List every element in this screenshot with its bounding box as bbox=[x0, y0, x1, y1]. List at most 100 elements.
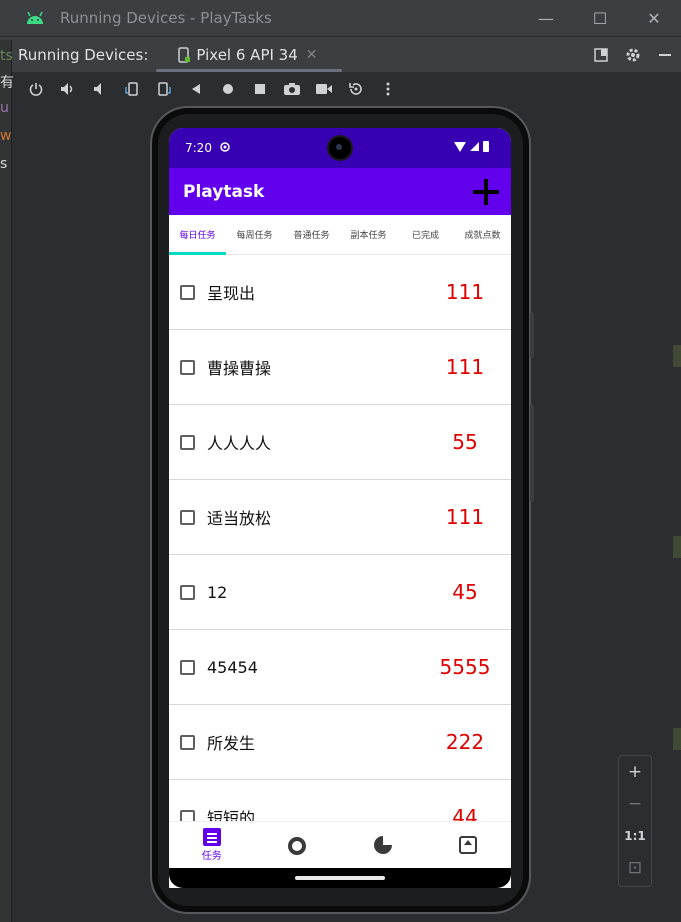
task-row[interactable]: 所发生 222 bbox=[169, 705, 511, 780]
nav-stats[interactable] bbox=[340, 822, 426, 868]
volume-down-icon[interactable] bbox=[84, 75, 116, 103]
task-name: 人人人人 bbox=[207, 434, 272, 453]
nav-camera[interactable] bbox=[255, 822, 341, 868]
gutter-text: s bbox=[0, 156, 8, 172]
ide-titlebar: Running Devices - PlayTasks — ☐ ✕ bbox=[0, 0, 681, 36]
tool-window-label: Running Devices: bbox=[18, 45, 149, 64]
task-checkbox[interactable] bbox=[180, 284, 195, 300]
device-screen[interactable]: 7:20 Playtask 每日任务 每周任务 普通任务 副本任务 已完成 成就… bbox=[169, 128, 511, 888]
layout-icon[interactable] bbox=[585, 48, 617, 62]
status-icons bbox=[454, 141, 489, 152]
home-icon[interactable] bbox=[212, 75, 244, 103]
bottom-navigation: 任务 bbox=[169, 821, 511, 868]
task-list: 呈现出 111 曹操曹操 111 人人人人 55 适当放松 111 12 45 … bbox=[169, 255, 511, 855]
task-checkbox[interactable] bbox=[180, 434, 195, 450]
task-checkbox[interactable] bbox=[180, 509, 195, 525]
zoom-controls: + − 1:1 ⊡ bbox=[618, 755, 652, 887]
task-checkbox[interactable] bbox=[180, 734, 195, 750]
task-name: 呈现出 bbox=[207, 284, 256, 303]
device-icon bbox=[178, 46, 191, 63]
task-name: 12 bbox=[207, 582, 228, 602]
task-row[interactable]: 曹操曹操 111 bbox=[169, 330, 511, 405]
task-points: 5555 bbox=[439, 655, 491, 679]
task-row[interactable]: 人人人人 55 bbox=[169, 405, 511, 480]
volume-up-icon[interactable] bbox=[52, 75, 84, 103]
task-checkbox[interactable] bbox=[180, 659, 195, 675]
device-tab-label: Pixel 6 API 34 bbox=[196, 45, 298, 64]
maximize-button[interactable]: ☐ bbox=[573, 0, 627, 36]
battery-icon bbox=[483, 141, 489, 152]
signal-icon bbox=[470, 142, 479, 151]
gutter-text: w bbox=[0, 128, 12, 144]
home-box-icon bbox=[459, 836, 478, 854]
status-bar: 7:20 bbox=[169, 128, 511, 168]
window-controls: — ☐ ✕ bbox=[519, 0, 681, 36]
gesture-handle[interactable] bbox=[295, 876, 385, 880]
power-side-button bbox=[530, 404, 534, 502]
zoom-out-button[interactable]: − bbox=[618, 788, 652, 820]
zoom-fit-button[interactable]: ⊡ bbox=[618, 852, 652, 884]
nav-home[interactable] bbox=[426, 822, 512, 868]
tab-achievements[interactable]: 成就点数 bbox=[454, 215, 511, 254]
task-points: 45 bbox=[452, 580, 478, 604]
task-name: 所发生 bbox=[207, 734, 256, 753]
tab-completed[interactable]: 已完成 bbox=[397, 215, 454, 254]
rotate-left-icon[interactable] bbox=[116, 75, 148, 103]
reset-icon[interactable] bbox=[340, 75, 372, 103]
tab-weekly[interactable]: 每周任务 bbox=[226, 215, 283, 254]
editor-highlight bbox=[673, 728, 681, 750]
task-row[interactable]: 45454 5555 bbox=[169, 630, 511, 705]
gutter-text: u bbox=[0, 100, 9, 116]
task-row[interactable]: 12 45 bbox=[169, 555, 511, 630]
pie-chart-icon bbox=[373, 836, 392, 854]
hide-panel-icon[interactable] bbox=[649, 48, 681, 62]
notification-icon bbox=[220, 141, 230, 155]
android-icon bbox=[27, 11, 43, 24]
overview-icon[interactable] bbox=[244, 75, 276, 103]
power-icon[interactable] bbox=[20, 75, 52, 103]
task-points: 55 bbox=[452, 430, 478, 454]
task-checkbox[interactable] bbox=[180, 584, 195, 600]
zoom-actual-size-button[interactable]: 1:1 bbox=[618, 820, 652, 852]
app-title: Playtask bbox=[183, 181, 265, 202]
back-icon[interactable] bbox=[180, 75, 212, 103]
status-time: 7:20 bbox=[185, 141, 212, 155]
tab-daily[interactable]: 每日任务 bbox=[169, 215, 226, 255]
nav-tasks[interactable]: 任务 bbox=[169, 822, 255, 868]
close-tab-icon[interactable]: ✕ bbox=[306, 47, 318, 63]
device-tab[interactable]: Pixel 6 API 34 ✕ bbox=[156, 37, 342, 73]
gutter-text: ts bbox=[0, 48, 13, 64]
screenshot-icon[interactable] bbox=[276, 75, 308, 103]
device-toolbar bbox=[0, 72, 681, 106]
tab-dungeon[interactable]: 副本任务 bbox=[340, 215, 397, 254]
editor-highlight bbox=[673, 345, 681, 367]
task-row[interactable]: 呈现出 111 bbox=[169, 255, 511, 330]
task-row[interactable]: 适当放松 111 bbox=[169, 480, 511, 555]
window-title: Running Devices - PlayTasks bbox=[60, 9, 272, 27]
more-icon[interactable] bbox=[372, 75, 404, 103]
task-name: 曹操曹操 bbox=[207, 359, 272, 378]
editor-gutter: ts 有 u w s bbox=[0, 40, 14, 922]
camera-icon bbox=[288, 837, 307, 855]
editor-highlight bbox=[673, 536, 681, 558]
task-tabs: 每日任务 每周任务 普通任务 副本任务 已完成 成就点数 bbox=[169, 215, 511, 255]
task-points: 111 bbox=[445, 355, 485, 379]
gesture-nav-bar bbox=[169, 868, 511, 888]
task-list-icon bbox=[202, 828, 221, 846]
minimize-button[interactable]: — bbox=[519, 0, 573, 36]
gear-icon[interactable] bbox=[617, 47, 649, 63]
nav-tasks-label: 任务 bbox=[201, 851, 222, 862]
rotate-right-icon[interactable] bbox=[148, 75, 180, 103]
close-window-button[interactable]: ✕ bbox=[627, 0, 681, 36]
task-points: 111 bbox=[445, 505, 485, 529]
screen-record-icon[interactable] bbox=[308, 75, 340, 103]
task-checkbox[interactable] bbox=[180, 359, 195, 375]
tab-normal[interactable]: 普通任务 bbox=[283, 215, 340, 254]
app-bar: Playtask bbox=[169, 168, 511, 215]
zoom-in-button[interactable]: + bbox=[618, 756, 652, 788]
task-points: 111 bbox=[445, 280, 485, 304]
gutter-text: 有 bbox=[0, 75, 14, 91]
add-task-button[interactable] bbox=[473, 178, 499, 205]
task-name: 适当放松 bbox=[207, 509, 272, 528]
volume-side-button bbox=[530, 312, 534, 358]
